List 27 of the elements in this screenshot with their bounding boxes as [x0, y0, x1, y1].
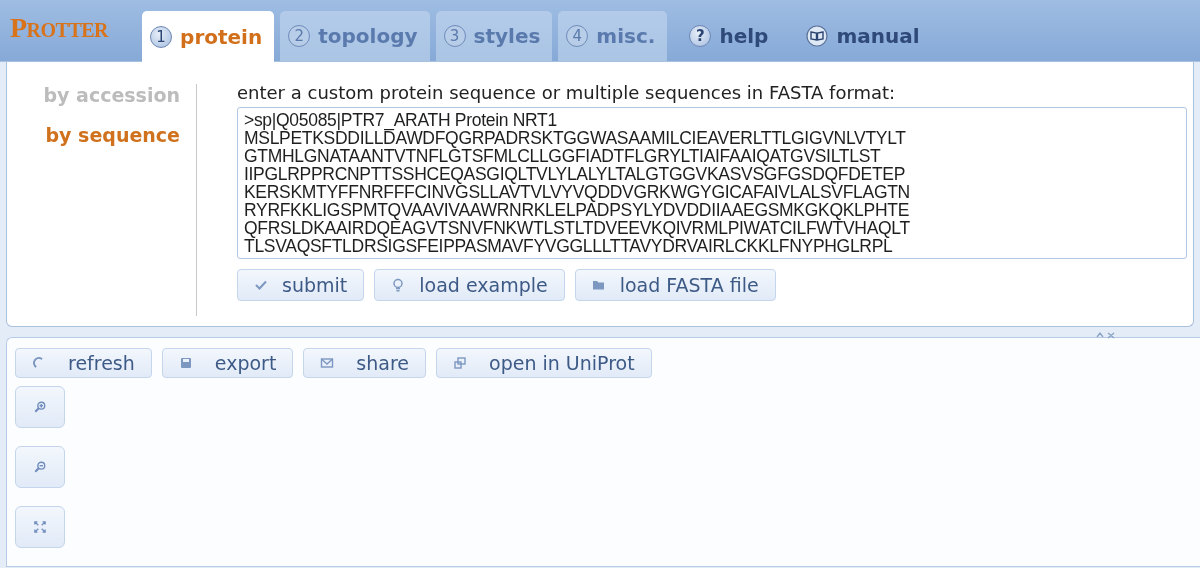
tab[interactable]: ? help	[673, 11, 785, 61]
collapse-icon[interactable]	[1096, 331, 1116, 339]
window-icon	[453, 356, 467, 370]
toolbar-button[interactable]: open in UniProt	[436, 348, 652, 378]
toolbar-button[interactable]: share	[303, 348, 426, 378]
bulb-icon	[391, 278, 406, 292]
zoom-in-button[interactable]	[15, 386, 65, 428]
logo: Protter	[10, 11, 109, 44]
sidebar-item[interactable]: by sequence	[45, 124, 180, 146]
check-icon	[254, 278, 268, 292]
zoom-in-icon	[34, 401, 46, 413]
book-icon	[806, 25, 829, 47]
toolbar-button[interactable]: export	[161, 348, 294, 378]
fit-button[interactable]	[15, 506, 65, 548]
expand-icon	[34, 521, 46, 533]
zoom-out-icon	[34, 461, 46, 473]
mail-icon	[320, 356, 335, 370]
prompt-text: enter a custom protein sequence or multiple sequences in FASTA format:	[237, 82, 897, 103]
form-button[interactable]: load FASTA file	[574, 269, 776, 301]
tab[interactable]: 1 protein	[142, 11, 275, 62]
sequence-field[interactable]: >sp|Q05085|PTR7_ARATH Protein NRT1 MSLPETKSDDILLDAWDFQGRPADRSKTGGWASAAMILCIEAVERLTTLGIGVNLVTYLT GTMHLGNATAANTVTNFLGTSFMLCLLGGFIADTFLGRYLTIAIFAAIQATGVSILTLST IIPGLRPPRCNPTTSSHCEQASGIQLTVLYLALYLTALGTGGVKASVSGFGSDQFDETEP KERSKMTYFFNRFFFCINVGSLLAVTVLVYVQDDVGRKWGYGICAFAIVLALSVFLAGTN RYRFKKLIGSPMTQVAAVIVAAWRNRKLELPADPSYLYDVDDIIAAEGSMKGKQKLPHTE QFRSLDKAAIRDQEAGVTSNVFNKWTLSTLTDVEEVKQIVRMLPIWATCILFWTVHAQLT TLSVAQSFTLDRSIGSFEIPPASMAVFYVGGLLLTTAVYDRVAIRLCKKLFNYPHGLRPL	[237, 107, 1187, 259]
form-button[interactable]: load example	[374, 269, 565, 301]
zoom-out-button[interactable]	[15, 446, 65, 488]
toolbar-button[interactable]: refresh	[15, 348, 152, 378]
tab[interactable]: manual	[790, 11, 936, 61]
folder-icon	[591, 278, 606, 292]
form-button[interactable]: submit	[237, 269, 365, 301]
